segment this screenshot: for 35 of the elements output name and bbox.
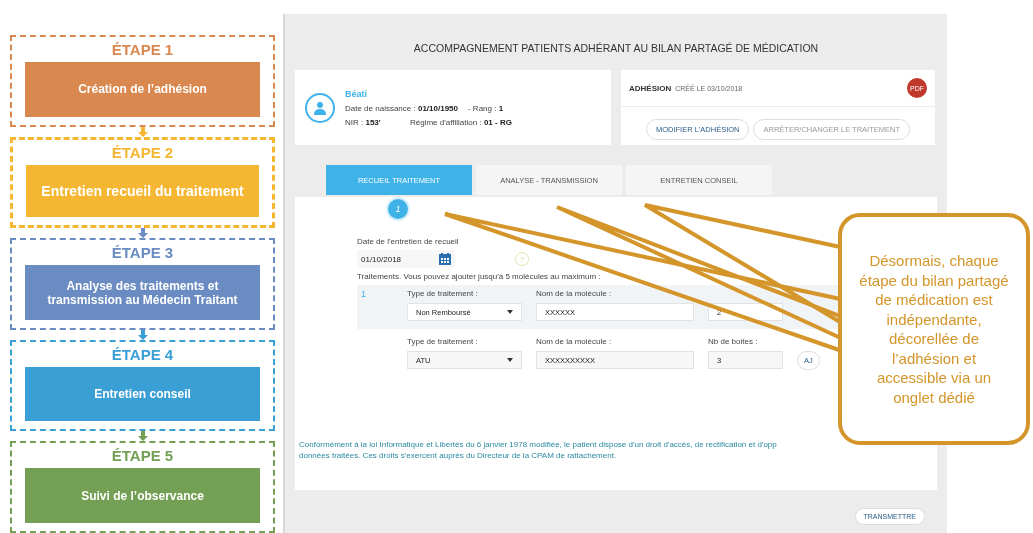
date-value: 01/10/2018 — [361, 254, 402, 264]
step-number: 1 — [386, 197, 410, 221]
step-label: ÉTAPE 1 — [111, 41, 174, 58]
patient-name: Béati — [345, 88, 368, 99]
step-label: ÉTAPE 4 — [111, 345, 174, 363]
calendar-icon — [439, 253, 451, 265]
step-label: ÉTAPE 2 — [111, 143, 174, 161]
patient-field: Date de naissance : 01/10/1950 — [345, 103, 458, 113]
step-label: ÉTAPE 5 — [111, 447, 174, 465]
step-box: Entretien recueil du traitement — [25, 164, 260, 218]
field-label: Type de traitement : — [407, 289, 479, 298]
step-box: Création de l’adhésion — [25, 62, 260, 117]
date-label: Date de l'entretien de recueil — [357, 237, 460, 246]
dropdown-caret-icon — [507, 310, 513, 314]
field-label: Type de traitement : — [407, 337, 479, 346]
dropdown-caret-icon — [507, 358, 513, 362]
page-title: ACCOMPAGNEMENT PATIENTS ADHÉRANT AU BILAN PARTAGÉ DE MÉDICATION — [412, 41, 820, 56]
patient-field: - Rang : 1 — [468, 103, 504, 113]
step-box: Analyse des traitements et transmission au Médecin Traitant — [25, 265, 260, 320]
patient-field: NIR : 153' — [345, 117, 400, 127]
privacy-notice: données traitées. Ces droits s'exercent auprès du Directeur de la CPAM de rattachement. — [299, 451, 618, 460]
field-label: Nom de la molécule : — [536, 289, 613, 298]
step-box: Entretien conseil — [25, 366, 260, 422]
field-label: Nom de la molécule : — [536, 337, 613, 346]
treatments-label: Traitements. Vous pouvez ajouter jusqu'à 5 molécules au maximum : — [357, 272, 601, 281]
field-label: Nb de boites : — [708, 337, 759, 346]
privacy-notice: Conformément à la loi Informatique et Libertés du 6 janvier 1978 modifiée, le patient dispose d'un droit d'accès, de rectification et d'opp — [299, 440, 778, 449]
avatar-icon — [305, 92, 335, 123]
step-label: ÉTAPE 3 — [111, 244, 174, 262]
adhesion-title: ADHÉSION — [629, 83, 672, 93]
callout-text: Désormais, chaque étape du bilan partagé de médication est indépendante, décorellée de l’adhésion et accessible via un onglet dédié — [858, 251, 1010, 407]
step-box: Suivi de l’observance — [25, 468, 260, 524]
date-field[interactable]: 01/10/2018 — [357, 250, 455, 268]
row-number: 1 — [360, 289, 367, 299]
patient-field: Régime d'affiliation : 01 - RG — [410, 117, 512, 127]
